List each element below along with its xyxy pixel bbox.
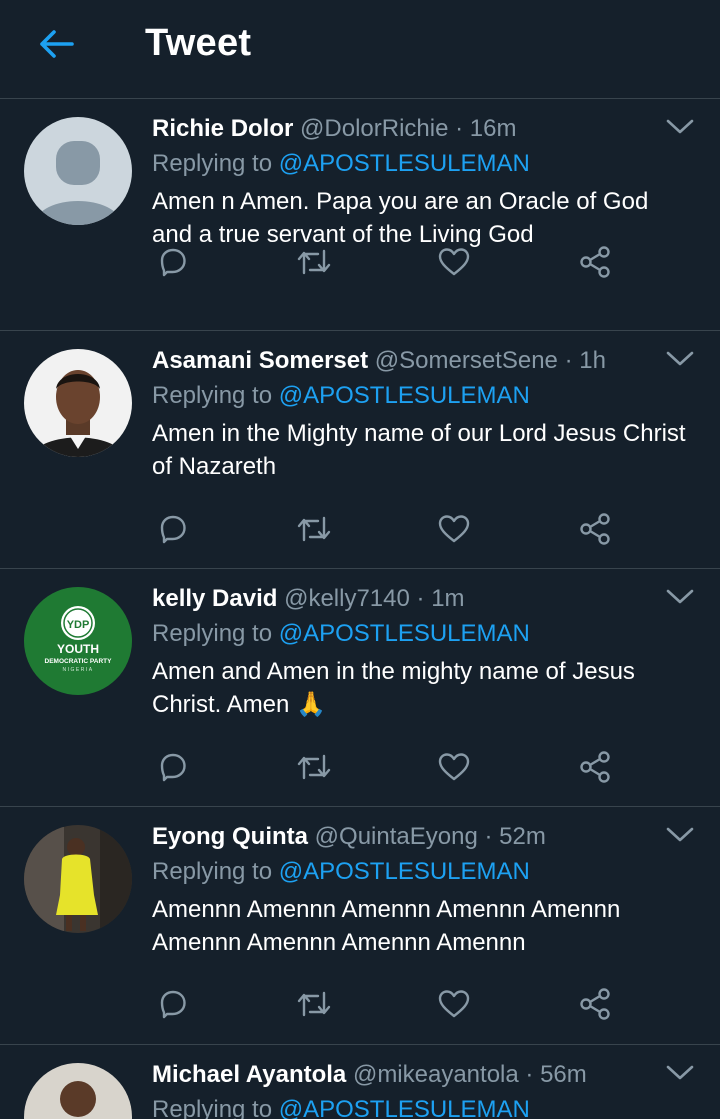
retweet-icon [297, 754, 331, 780]
mention-link[interactable]: @APOSTLESULEMAN [279, 150, 530, 177]
tweet-header: Richie Dolor @DolorRichie · 16m [152, 114, 516, 144]
share-button[interactable] [573, 507, 617, 551]
like-button[interactable] [432, 507, 476, 551]
top-bar: Tweet [0, 0, 720, 99]
chevron-down-icon[interactable] [664, 344, 696, 372]
replying-prefix: Replying to [152, 382, 273, 409]
chevron-down-icon[interactable] [664, 582, 696, 610]
tweet-text: Amen and Amen in the mighty name of Jesu… [152, 658, 635, 718]
share-button[interactable] [573, 745, 617, 789]
share-button[interactable] [573, 982, 617, 1026]
share-icon [580, 246, 610, 278]
retweet-button[interactable] [292, 507, 336, 551]
retweet-icon [297, 516, 331, 542]
back-button[interactable] [30, 22, 82, 66]
mention-link[interactable]: @APOSTLESULEMAN [279, 382, 530, 409]
tweet-item[interactable]: Michael Ayantola @mikeayantola · 56m Rep… [0, 1046, 720, 1119]
reply-button[interactable] [151, 507, 195, 551]
replying-prefix: Replying to [152, 150, 273, 177]
share-button[interactable] [573, 240, 617, 284]
reply-icon [160, 515, 186, 544]
replying-to: Replying to @APOSTLESULEMAN [152, 857, 530, 887]
replying-prefix: Replying to [152, 858, 273, 885]
author-name[interactable]: kelly David [152, 585, 277, 612]
separator-dot: · [525, 1061, 534, 1088]
tweet-time[interactable]: 1h [579, 347, 606, 374]
arrow-left-icon [40, 30, 74, 58]
author-handle[interactable]: @DolorRichie [300, 115, 448, 142]
page-title: Tweet [145, 22, 252, 64]
replying-prefix: Replying to [152, 620, 273, 647]
like-button[interactable] [432, 745, 476, 789]
avatar-photo[interactable] [24, 825, 132, 933]
heart-icon [438, 515, 470, 543]
tweet-time[interactable]: 16m [470, 115, 517, 142]
chevron-down-icon[interactable] [664, 820, 696, 848]
reply-button[interactable] [151, 240, 195, 284]
tweet-item[interactable]: Eyong Quinta @QuintaEyong · 52m Replying… [0, 808, 720, 1045]
heart-icon [438, 753, 470, 781]
replying-prefix: Replying to [152, 1096, 273, 1119]
avatar-default[interactable] [24, 117, 132, 225]
heart-icon [438, 248, 470, 276]
tweet-header: kelly David @kelly7140 · 1m [152, 584, 465, 614]
retweet-icon [297, 249, 331, 275]
logo-line-1: YOUTH [57, 642, 99, 656]
reply-icon [160, 990, 186, 1019]
separator-dot: · [416, 585, 425, 612]
separator-dot: · [564, 347, 573, 374]
replying-to: Replying to @APOSTLESULEMAN [152, 1095, 530, 1119]
like-button[interactable] [432, 240, 476, 284]
reply-icon [160, 753, 186, 782]
logo-letters: YDP [67, 619, 90, 631]
like-button[interactable] [432, 982, 476, 1026]
tweet-text: Amennn Amennn Amennn Amennn Amennn Amenn… [152, 896, 621, 956]
tweet-item[interactable]: YDP YOUTH DEMOCRATIC PARTY NIGERIA kelly… [0, 570, 720, 807]
tweet-time[interactable]: 1m [431, 585, 464, 612]
tweet-header: Eyong Quinta @QuintaEyong · 52m [152, 822, 546, 852]
retweet-button[interactable] [292, 745, 336, 789]
mention-link[interactable]: @APOSTLESULEMAN [279, 1096, 530, 1119]
author-name[interactable]: Asamani Somerset [152, 347, 368, 374]
chevron-down-icon[interactable] [664, 112, 696, 140]
author-name[interactable]: Richie Dolor [152, 115, 293, 142]
tweet-text: Amen in the Mighty name of our Lord Jesu… [152, 420, 686, 480]
share-icon [580, 751, 610, 783]
tweet-header: Asamani Somerset @SomersetSene · 1h [152, 346, 606, 376]
retweet-button[interactable] [292, 982, 336, 1026]
avatar-photo[interactable] [24, 1063, 132, 1119]
tweet-header: Michael Ayantola @mikeayantola · 56m [152, 1060, 587, 1090]
separator-dot: · [484, 823, 493, 850]
retweet-icon [297, 991, 331, 1017]
avatar-photo[interactable] [24, 349, 132, 457]
author-handle[interactable]: @QuintaEyong [315, 823, 478, 850]
reply-icon [160, 248, 186, 277]
retweet-button[interactable] [292, 240, 336, 284]
author-name[interactable]: Michael Ayantola [152, 1061, 346, 1088]
heart-icon [438, 990, 470, 1018]
tweet-item[interactable]: Richie Dolor @DolorRichie · 16m Replying… [0, 100, 720, 331]
tweet-time[interactable]: 52m [499, 823, 546, 850]
separator-dot: · [455, 115, 464, 142]
share-icon [580, 513, 610, 545]
author-name[interactable]: Eyong Quinta [152, 823, 308, 850]
author-handle[interactable]: @SomersetSene [375, 347, 558, 374]
mention-link[interactable]: @APOSTLESULEMAN [279, 620, 530, 647]
logo-line-2: DEMOCRATIC PARTY [45, 658, 113, 665]
reply-button[interactable] [151, 982, 195, 1026]
avatar-logo[interactable]: YDP YOUTH DEMOCRATIC PARTY NIGERIA [24, 587, 132, 695]
chevron-down-icon[interactable] [664, 1058, 696, 1086]
reply-button[interactable] [151, 745, 195, 789]
mention-link[interactable]: @APOSTLESULEMAN [279, 858, 530, 885]
tweet-item[interactable]: Asamani Somerset @SomersetSene · 1h Repl… [0, 332, 720, 569]
replying-to: Replying to @APOSTLESULEMAN [152, 149, 530, 179]
tweet-time[interactable]: 56m [540, 1061, 587, 1088]
share-icon [580, 988, 610, 1020]
replying-to: Replying to @APOSTLESULEMAN [152, 619, 530, 649]
logo-line-3: NIGERIA [62, 667, 93, 673]
author-handle[interactable]: @mikeayantola [353, 1061, 519, 1088]
author-handle[interactable]: @kelly7140 [284, 585, 410, 612]
replying-to: Replying to @APOSTLESULEMAN [152, 381, 530, 411]
